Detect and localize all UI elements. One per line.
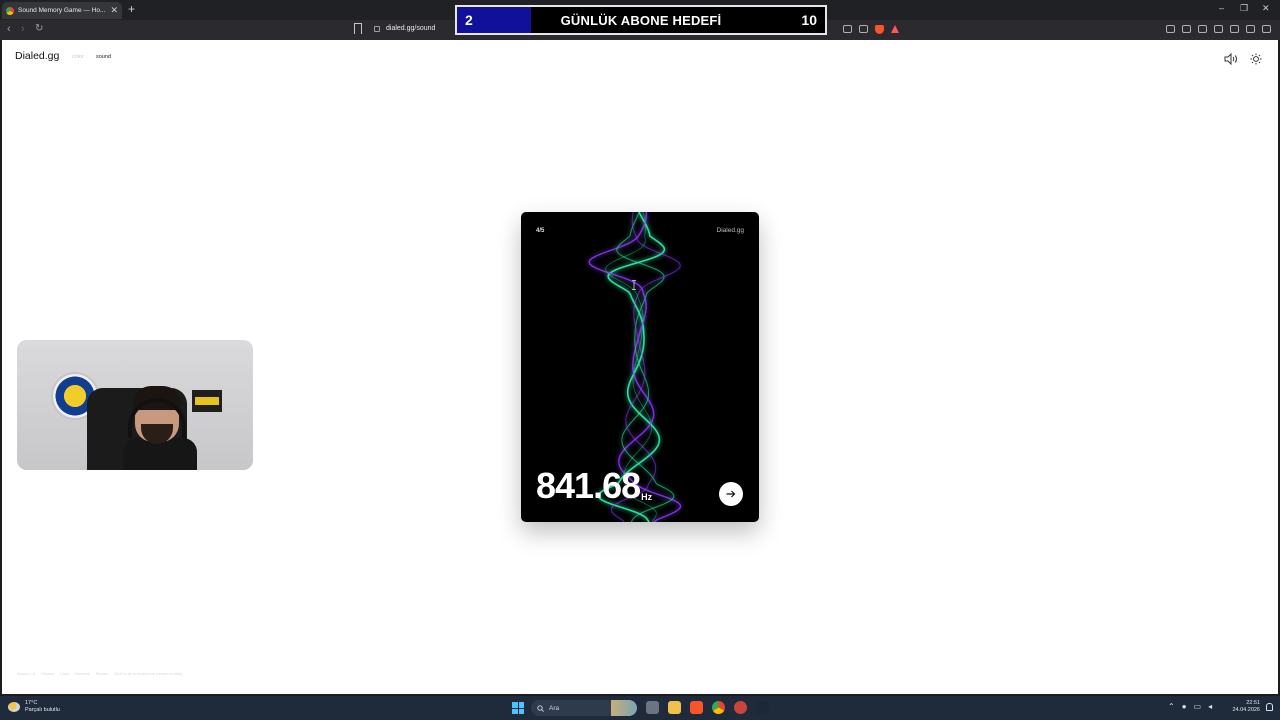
frequency-unit: Hz [641, 492, 653, 502]
text-cursor-icon [632, 280, 636, 290]
translate-icon[interactable] [843, 25, 852, 33]
browser-tab[interactable]: Sound Memory Game — Ho... ✕ [2, 2, 122, 19]
taskbar-clock[interactable]: 22:51 24.04.2026 [1228, 700, 1260, 714]
footer-link-labs[interactable]: Labs [60, 671, 69, 676]
bookmark-icon[interactable] [354, 23, 362, 34]
footer-link-privacy[interactable]: Privacy [41, 671, 54, 676]
goal-label: GÜNLÜK ABONE HEDEFİ [560, 13, 722, 28]
nav-link-sound[interactable]: sound [96, 54, 111, 60]
weather-widget[interactable]: 17°C Parçalı bulutlu [8, 700, 60, 714]
footer-link-stories[interactable]: Stories [96, 671, 108, 676]
card-brand: Dialed.gg [716, 227, 744, 234]
task-view-icon[interactable] [646, 701, 659, 714]
microphone-icon[interactable]: ● [1182, 702, 1187, 712]
clock-time: 22:51 [1246, 700, 1260, 706]
vpn-icon[interactable] [1246, 25, 1255, 33]
obs-icon[interactable] [734, 701, 747, 714]
site-logo[interactable]: Dialed.gg [15, 50, 59, 62]
taskbar-search[interactable]: Ara [531, 700, 637, 716]
weather-temp: 17°C [25, 700, 38, 706]
menu-icon[interactable] [1262, 25, 1271, 33]
back-icon[interactable]: ‹ [7, 23, 11, 35]
reload-icon[interactable]: ↻ [35, 23, 43, 35]
webcam-overlay [17, 340, 253, 470]
url-text[interactable]: dialed.gg/sound [386, 25, 435, 32]
address-bar[interactable]: dialed.gg/sound [374, 25, 435, 32]
share-icon[interactable] [859, 25, 868, 33]
speaker-icon[interactable] [1224, 53, 1238, 65]
notification-bell-icon[interactable] [1266, 703, 1273, 711]
toolbar-actions-right [1166, 25, 1271, 33]
close-tab-icon[interactable]: ✕ [110, 6, 118, 15]
sound-game-card: 4/5 Dialed.gg 841.68 Hz [521, 212, 759, 522]
windows-taskbar: 17°C Parçalı bulutlu Ara ⌃ ● ▭ ◂ 22:51 2… [0, 696, 1280, 720]
round-progress: 4/5 [536, 228, 545, 234]
weather-desc: Parçalı bulutlu [25, 707, 60, 713]
chrome-icon[interactable] [712, 701, 725, 714]
toolbar-actions-left [843, 25, 899, 34]
footer-note: Do it to all to sound me person to kinly [114, 671, 183, 676]
footer-link-sources[interactable]: Sources [75, 671, 90, 676]
brave-browser-icon[interactable] [690, 701, 703, 714]
favicon-icon [6, 6, 14, 15]
sidebar-icon[interactable] [1198, 25, 1207, 33]
wallet-icon[interactable] [1214, 25, 1223, 33]
clock-date: 24.04.2026 [1232, 707, 1260, 713]
footer-version: Sound 1.0 [17, 671, 36, 676]
sun-icon[interactable] [1250, 53, 1262, 65]
system-tray: ⌃ ● ▭ ◂ [1168, 702, 1212, 712]
frequency-value: 841.68 [536, 465, 641, 506]
forward-icon[interactable]: › [21, 23, 25, 35]
minimize-button[interactable]: – [1219, 3, 1224, 13]
tray-overflow-icon[interactable]: ⌃ [1168, 702, 1175, 712]
extensions-icon[interactable] [1166, 25, 1175, 33]
streamer-image [123, 386, 197, 470]
network-icon[interactable]: ▭ [1194, 702, 1202, 712]
wall-poster-image [192, 390, 222, 412]
windows-start-icon[interactable] [512, 702, 524, 714]
search-icon [537, 704, 544, 712]
search-placeholder: Ara [549, 704, 560, 712]
next-button[interactable] [719, 482, 743, 506]
new-tab-button[interactable]: + [128, 3, 135, 15]
close-window-button[interactable]: ✕ [1262, 3, 1270, 14]
maximize-button[interactable]: ❐ [1240, 3, 1248, 14]
subscriber-goal-banner: 2 GÜNLÜK ABONE HEDEFİ 10 [455, 5, 827, 35]
volume-icon[interactable]: ◂ [1208, 702, 1212, 712]
tab-search-icon[interactable] [1182, 25, 1191, 33]
page-footer: Sound 1.0 Privacy Labs Sources Stories D… [17, 671, 182, 676]
goal-target: 10 [801, 12, 817, 28]
partly-cloudy-icon [8, 702, 20, 712]
file-explorer-icon[interactable] [668, 701, 681, 714]
search-highlight-image [611, 700, 637, 716]
leo-icon[interactable] [1230, 25, 1239, 33]
arrow-right-icon [726, 490, 736, 498]
brave-rewards-icon[interactable] [891, 25, 899, 33]
nav-link-color[interactable]: color [72, 54, 84, 60]
steam-icon[interactable] [756, 701, 769, 714]
brave-shields-icon[interactable] [875, 25, 884, 34]
frequency-readout: 841.68 Hz [536, 468, 652, 504]
tab-title: Sound Memory Game — Ho... [18, 7, 106, 14]
site-info-icon[interactable] [374, 25, 380, 32]
